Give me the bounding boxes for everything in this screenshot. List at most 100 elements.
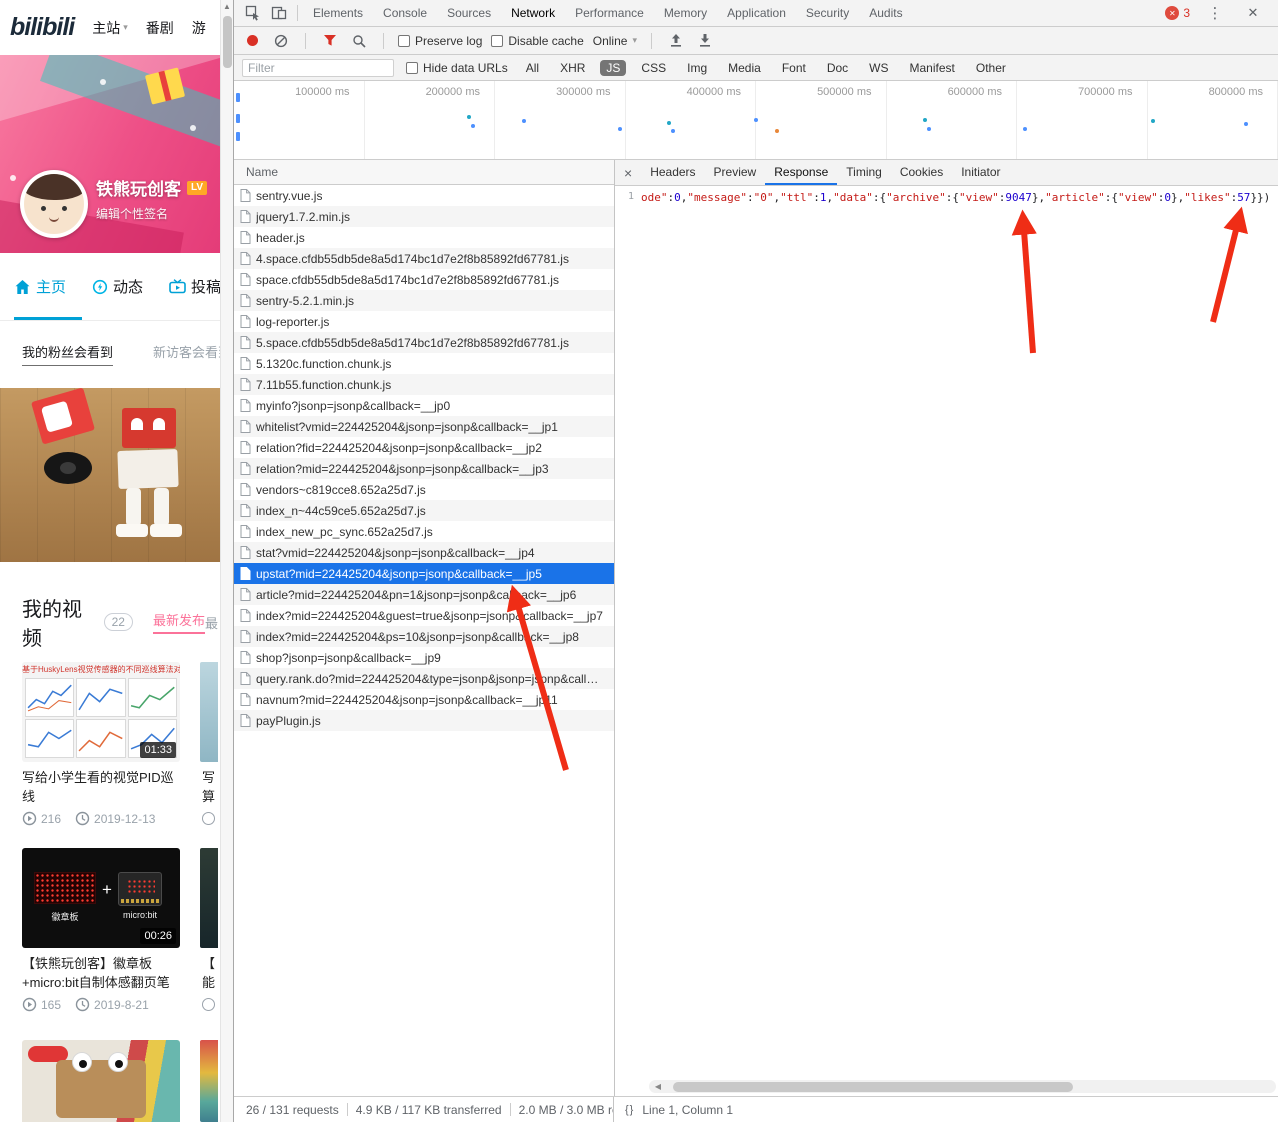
devtools-tab-memory[interactable]: Memory (654, 0, 717, 26)
video-title[interactable]: 【铁熊玩创客】徽章板 +micro:bit自制体感翻页笔 (22, 954, 180, 992)
video-title[interactable]: 写给小学生看的视觉PID巡线 算法演示2｜铁熊玩创客 (22, 768, 180, 806)
avatar[interactable] (20, 170, 88, 238)
sort-more-partial[interactable]: 最 (205, 613, 218, 632)
clear-button[interactable] (271, 31, 291, 51)
request-row[interactable]: index_new_pc_sync.652a25d7.js (234, 521, 614, 542)
devtools-tab-audits[interactable]: Audits (859, 0, 912, 26)
tab-home[interactable]: 主页 (14, 276, 66, 297)
pinned-photo[interactable] (0, 388, 220, 562)
filter-input[interactable] (242, 58, 394, 77)
request-row[interactable]: 7.11b55.function.chunk.js (234, 374, 614, 395)
request-row[interactable]: header.js (234, 227, 614, 248)
scrollbar-thumb[interactable] (673, 1081, 1073, 1092)
devtools-tab-performance[interactable]: Performance (565, 0, 654, 26)
edit-signature[interactable]: 编辑个性签名 (96, 205, 168, 222)
detail-tab-initiator[interactable]: Initiator (952, 160, 1009, 185)
request-row[interactable]: relation?fid=224425204&jsonp=jsonp&callb… (234, 437, 614, 458)
nav-bangumi[interactable]: 番剧 (146, 18, 174, 38)
tab-submissions[interactable]: 投稿22 (169, 276, 220, 297)
partial-video-card[interactable] (200, 1040, 218, 1122)
detail-tab-response[interactable]: Response (765, 160, 838, 185)
nav-game[interactable]: 游 (192, 18, 206, 38)
filter-type-xhr[interactable]: XHR (554, 60, 591, 76)
filter-type-manifest[interactable]: Manifest (904, 60, 961, 76)
request-row[interactable]: index?mid=224425204&guest=true&jsonp=jso… (234, 605, 614, 626)
request-row[interactable]: 5.space.cfdb55db5de8a5d174bc1d7e2f8b8589… (234, 332, 614, 353)
detail-tab-cookies[interactable]: Cookies (891, 160, 952, 185)
filter-type-media[interactable]: Media (722, 60, 767, 76)
network-overview[interactable]: 100000 ms 200000 ms 300000 ms 400000 ms 5000… (234, 81, 1278, 160)
request-row[interactable]: index_n~44c59ce5.652a25d7.js (234, 500, 614, 521)
disable-cache-checkbox[interactable]: Disable cache (491, 34, 584, 48)
request-row[interactable]: upstat?mid=224425204&jsonp=jsonp&callbac… (234, 563, 614, 584)
filter-type-js[interactable]: JS (600, 59, 627, 76)
nav-main-site[interactable]: 主站 ▾ (92, 18, 128, 38)
filter-type-img[interactable]: Img (681, 60, 713, 76)
devtools-tab-security[interactable]: Security (796, 0, 859, 26)
import-har-icon[interactable] (666, 31, 686, 51)
checkbox[interactable] (491, 34, 504, 47)
column-header-name[interactable]: Name (234, 160, 614, 185)
request-row[interactable]: navnum?mid=224425204&jsonp=jsonp&callbac… (234, 689, 614, 710)
request-row[interactable]: relation?mid=224425204&jsonp=jsonp&callb… (234, 458, 614, 479)
close-devtools-icon[interactable]: ✕ (1240, 1, 1266, 25)
throttling-select[interactable]: Online ▾ (593, 34, 637, 48)
inspect-element-icon[interactable] (240, 1, 266, 25)
request-row[interactable]: shop?jsonp=jsonp&callback=__jp9 (234, 647, 614, 668)
filter-type-ws[interactable]: WS (863, 60, 894, 76)
tab-fans-see[interactable]: 我的粉丝会看到 (22, 342, 114, 366)
page-scrollbar[interactable]: ▲ (220, 0, 233, 1122)
devtools-tab-elements[interactable]: Elements (303, 0, 373, 26)
partial-video-card[interactable] (200, 662, 218, 762)
format-icon[interactable]: {} (625, 1104, 634, 1116)
scroll-left-arrow[interactable]: ◀ (651, 1080, 665, 1093)
tab-visitors-see[interactable]: 新访客会看到 (153, 342, 220, 366)
request-row[interactable]: vendors~c819cce8.652a25d7.js (234, 479, 614, 500)
request-row[interactable]: jquery1.7.2.min.js (234, 206, 614, 227)
record-button[interactable] (242, 31, 262, 51)
filter-type-all[interactable]: All (520, 60, 545, 76)
video-thumbnail[interactable]: 徽章板 + micro:bit 00:26 (22, 848, 180, 948)
request-row[interactable]: index?mid=224425204&ps=10&jsonp=jsonp&ca… (234, 626, 614, 647)
error-badge[interactable]: ✕ 3 (1165, 6, 1190, 20)
device-toolbar-icon[interactable] (266, 1, 292, 25)
request-row[interactable]: whitelist?vmid=224425204&jsonp=jsonp&cal… (234, 416, 614, 437)
request-row[interactable]: sentry.vue.js (234, 185, 614, 206)
request-row[interactable]: payPlugin.js (234, 710, 614, 731)
detail-tab-timing[interactable]: Timing (837, 160, 891, 185)
devtools-tab-sources[interactable]: Sources (437, 0, 501, 26)
username[interactable]: 铁熊玩创客 (96, 175, 181, 200)
request-row[interactable]: article?mid=224425204&pn=1&jsonp=jsonp&c… (234, 584, 614, 605)
filter-toggle-icon[interactable] (320, 31, 340, 51)
close-detail-icon[interactable]: × (615, 165, 641, 181)
scrollbar-thumb[interactable] (223, 16, 232, 68)
request-row[interactable]: 5.1320c.function.chunk.js (234, 353, 614, 374)
sort-newest[interactable]: 最新发布 (152, 610, 205, 634)
devtools-tab-application[interactable]: Application (717, 0, 796, 26)
checkbox[interactable] (398, 34, 410, 47)
devtools-tab-console[interactable]: Console (373, 0, 437, 26)
filter-type-other[interactable]: Other (970, 60, 1012, 76)
request-row[interactable]: 4.space.cfdb55db5de8a5d174bc1d7e2f8b8589… (234, 248, 614, 269)
video-thumbnail[interactable]: 基于HuskyLens视觉传感器的不同巡线算法对比 01:33 (22, 662, 180, 762)
detail-tab-headers[interactable]: Headers (641, 160, 704, 185)
filter-type-doc[interactable]: Doc (821, 60, 854, 76)
request-row[interactable]: sentry-5.2.1.min.js (234, 290, 614, 311)
request-row[interactable]: log-reporter.js (234, 311, 614, 332)
video-thumbnail[interactable] (22, 1040, 180, 1122)
more-menu-icon[interactable]: ⋮ (1202, 1, 1228, 25)
search-icon[interactable] (349, 31, 369, 51)
hide-data-urls-checkbox[interactable]: Hide data URLs (406, 61, 508, 75)
devtools-tab-network[interactable]: Network (501, 0, 565, 26)
partial-video-card[interactable] (200, 848, 218, 948)
horizontal-scrollbar[interactable]: ◀ (649, 1080, 1276, 1093)
tab-dynamic[interactable]: 动态 (92, 276, 143, 297)
export-har-icon[interactable] (695, 31, 715, 51)
detail-tab-preview[interactable]: Preview (705, 160, 766, 185)
preserve-log-checkbox[interactable]: Preserve log (398, 34, 482, 48)
request-row[interactable]: stat?vmid=224425204&jsonp=jsonp&callback… (234, 542, 614, 563)
request-row[interactable]: myinfo?jsonp=jsonp&callback=__jp0 (234, 395, 614, 416)
checkbox[interactable] (406, 61, 418, 74)
request-row[interactable]: space.cfdb55db5de8a5d174bc1d7e2f8b85892f… (234, 269, 614, 290)
scroll-up-arrow[interactable]: ▲ (221, 0, 233, 14)
